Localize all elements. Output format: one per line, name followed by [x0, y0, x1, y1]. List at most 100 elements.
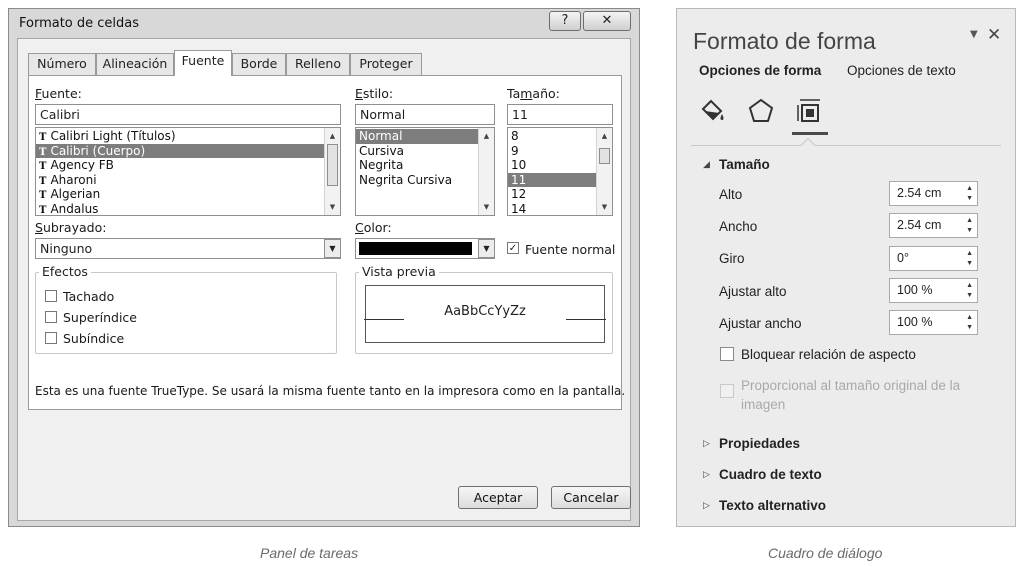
spin-down-icon[interactable]: ▼	[966, 292, 973, 300]
spin-up-icon[interactable]: ▲	[966, 314, 973, 322]
font-list[interactable]: T Calibri Light (Títulos) T Calibri (Cuerp…	[35, 127, 341, 216]
font-option-andalus[interactable]: T Andalus	[36, 202, 324, 216]
ok-button[interactable]: Aceptar	[458, 486, 538, 509]
size-option-9[interactable]: 9	[508, 144, 596, 159]
expand-triangle-icon[interactable]: ▷	[703, 439, 710, 449]
tab-relleno[interactable]: Relleno	[286, 53, 350, 75]
fill-line-icon[interactable]	[699, 97, 727, 125]
height-label: Alto	[719, 187, 743, 202]
style-input[interactable]: Normal	[355, 104, 495, 125]
scroll-thumb[interactable]	[599, 148, 610, 164]
rotation-value: 0°	[897, 251, 909, 265]
pane-menu-icon[interactable]: ▼	[970, 29, 978, 40]
style-list-scrollbar[interactable]: ▲ ▼	[478, 128, 494, 215]
size-option-14[interactable]: 14	[508, 202, 596, 216]
tab-fuente[interactable]: Fuente	[174, 50, 232, 76]
expand-triangle-icon[interactable]: ▷	[703, 501, 710, 511]
scale-width-spinner[interactable]: 100 % ▲ ▼	[889, 310, 978, 335]
tab-alineacion[interactable]: Alineación	[96, 53, 174, 75]
font-option-agency[interactable]: T Agency FB	[36, 158, 324, 173]
scroll-down-icon[interactable]: ▼	[325, 200, 340, 214]
scroll-thumb[interactable]	[327, 144, 338, 186]
font-list-scrollbar[interactable]: ▲ ▼	[324, 128, 340, 215]
cancel-button[interactable]: Cancelar	[551, 486, 631, 509]
close-button[interactable]: ✕	[583, 11, 631, 31]
subscript-checkbox[interactable]	[45, 332, 57, 344]
scale-width-value: 100 %	[897, 315, 933, 329]
font-input[interactable]: Calibri	[35, 104, 341, 125]
spin-down-icon[interactable]: ▼	[966, 260, 973, 268]
normal-font-checkbox[interactable]: ✓	[507, 242, 519, 254]
superscript-label: Superíndice	[63, 310, 137, 325]
size-option-10[interactable]: 10	[508, 158, 596, 173]
font-option-algerian[interactable]: T Algerian	[36, 187, 324, 202]
spin-up-icon[interactable]: ▲	[966, 282, 973, 290]
size-list-scrollbar[interactable]: ▲ ▼	[596, 128, 612, 215]
scroll-up-icon[interactable]: ▲	[479, 129, 494, 143]
font-option-calibri[interactable]: T Calibri (Cuerpo)	[36, 143, 324, 158]
size-option-11[interactable]: 11	[508, 172, 596, 187]
strikethrough-label: Tachado	[63, 289, 115, 304]
relative-size-checkbox	[720, 384, 734, 398]
spin-up-icon[interactable]: ▲	[966, 250, 973, 258]
pane-divider	[691, 145, 1001, 146]
normal-font-label: Fuente normal	[525, 242, 616, 257]
style-list[interactable]: Normal Cursiva Negrita Negrita Cursiva ▲…	[355, 127, 495, 216]
height-value: 2.54 cm	[897, 186, 942, 200]
truetype-icon: T	[39, 161, 47, 172]
style-option-negrita-cursiva[interactable]: Negrita Cursiva	[356, 173, 478, 188]
style-option-negrita[interactable]: Negrita	[356, 158, 478, 173]
style-option-cursiva[interactable]: Cursiva	[356, 144, 478, 159]
width-spinner[interactable]: 2.54 cm ▲ ▼	[889, 213, 978, 238]
rotation-spinner[interactable]: 0° ▲ ▼	[889, 246, 978, 271]
collapse-triangle-icon[interactable]: ◢	[703, 160, 710, 170]
color-picker[interactable]	[355, 238, 495, 259]
spin-down-icon[interactable]: ▼	[966, 195, 973, 203]
section-size[interactable]: Tamaño	[719, 157, 770, 172]
size-list[interactable]: 8 9 10 11 12 14 ▲ ▼	[507, 127, 613, 216]
strikethrough-checkbox[interactable]	[45, 290, 57, 302]
chevron-down-icon[interactable]: ▼	[324, 239, 341, 258]
scroll-down-icon[interactable]: ▼	[597, 200, 612, 214]
tab-numero[interactable]: Número	[28, 53, 96, 75]
size-input[interactable]: 11	[507, 104, 613, 125]
tab-shape-options[interactable]: Opciones de forma	[699, 63, 821, 78]
style-list-items: Normal Cursiva Negrita Negrita Cursiva	[356, 129, 478, 187]
section-properties[interactable]: Propiedades	[719, 436, 800, 451]
help-button[interactable]: ?	[549, 11, 581, 31]
style-label-text: stilo:	[362, 86, 394, 101]
font-option-aharoni[interactable]: T Aharoni	[36, 173, 324, 188]
lock-aspect-checkbox[interactable]	[720, 347, 734, 361]
tab-borde[interactable]: Borde	[232, 53, 286, 75]
spin-down-icon[interactable]: ▼	[966, 324, 973, 332]
relative-size-label: Proporcional al tamaño original de la im…	[741, 378, 961, 412]
size-option-12[interactable]: 12	[508, 187, 596, 202]
font-option-label: Agency FB	[50, 158, 114, 172]
spin-up-icon[interactable]: ▲	[966, 185, 973, 193]
tab-text-options[interactable]: Opciones de texto	[847, 63, 956, 78]
pane-close-icon[interactable]: ✕	[987, 25, 1001, 45]
effects-pentagon-icon[interactable]	[747, 97, 775, 125]
height-spinner[interactable]: 2.54 cm ▲ ▼	[889, 181, 978, 206]
style-option-normal[interactable]: Normal	[356, 129, 478, 144]
font-option-label: Calibri Light (Títulos)	[50, 129, 176, 143]
scroll-up-icon[interactable]: ▲	[597, 129, 612, 143]
expand-triangle-icon[interactable]: ▷	[703, 470, 710, 480]
chevron-down-icon[interactable]: ▼	[478, 239, 495, 258]
effects-legend: Efectos	[39, 264, 91, 279]
section-text-box[interactable]: Cuadro de texto	[719, 467, 822, 482]
spin-up-icon[interactable]: ▲	[966, 217, 973, 225]
section-alt-text[interactable]: Texto alternativo	[719, 498, 826, 513]
size-option-8[interactable]: 8	[508, 129, 596, 144]
scale-width-label: Ajustar ancho	[719, 316, 802, 331]
style-label: Estilo:	[355, 86, 394, 101]
scale-height-spinner[interactable]: 100 % ▲ ▼	[889, 278, 978, 303]
scroll-up-icon[interactable]: ▲	[325, 129, 340, 143]
spin-down-icon[interactable]: ▼	[966, 227, 973, 235]
scroll-down-icon[interactable]: ▼	[479, 200, 494, 214]
scale-height-value: 100 %	[897, 283, 933, 297]
underline-select[interactable]: Ninguno	[35, 238, 341, 259]
font-option-calibri-light[interactable]: T Calibri Light (Títulos)	[36, 129, 324, 144]
superscript-checkbox[interactable]	[45, 311, 57, 323]
tab-proteger[interactable]: Proteger	[350, 53, 422, 75]
